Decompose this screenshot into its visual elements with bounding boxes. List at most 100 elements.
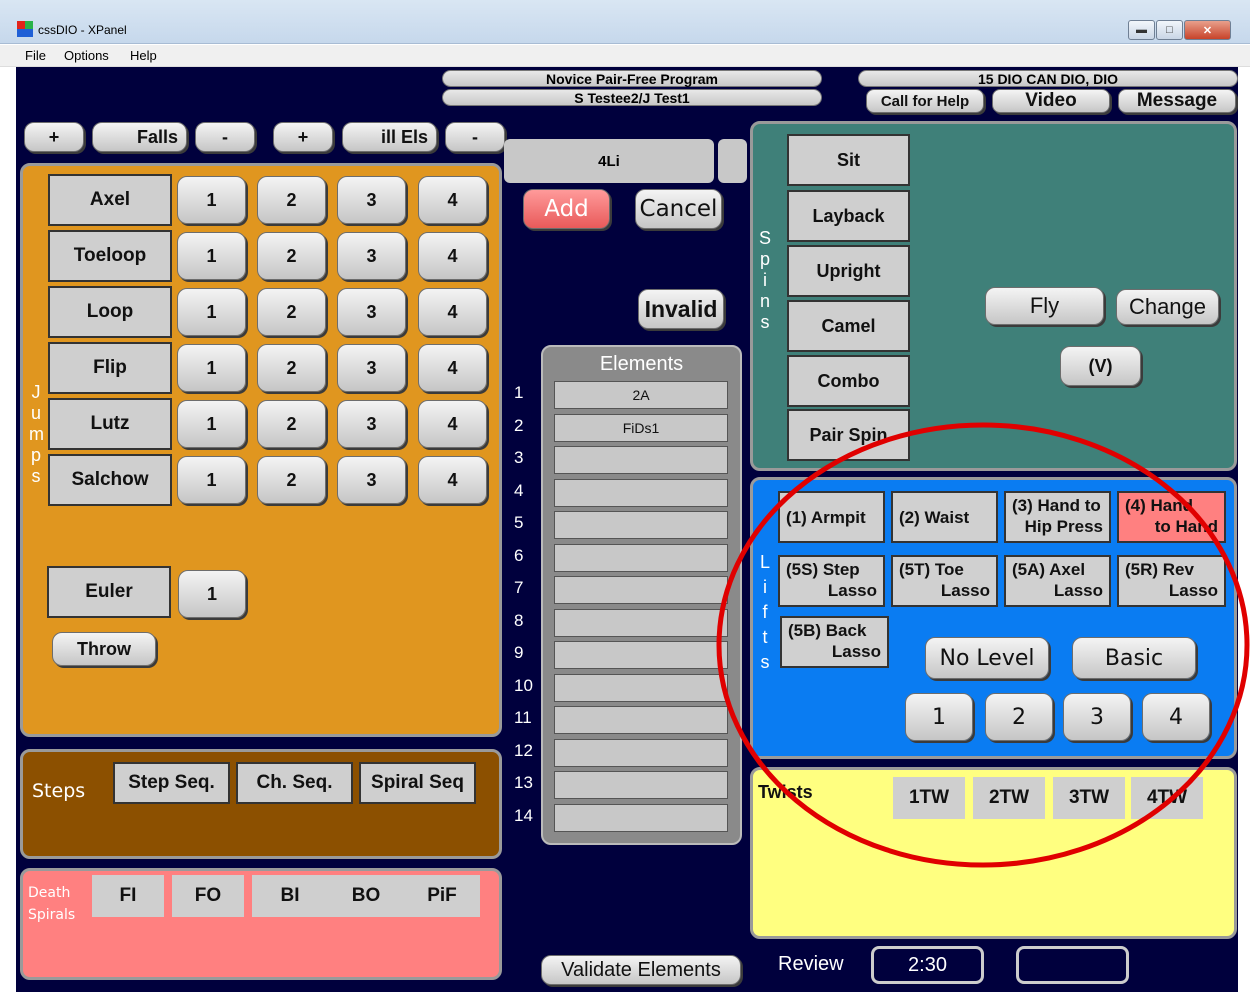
lift-level-4-button[interactable]: 4 xyxy=(1142,693,1210,741)
cancel-button[interactable]: Cancel xyxy=(635,189,722,229)
lift-row1-3-button[interactable]: (4) Hand to Hand xyxy=(1117,491,1226,543)
jump-toeloop-level-3-button[interactable]: 3 xyxy=(337,232,406,280)
jump-lutz-level-2-button[interactable]: 2 xyxy=(257,400,326,448)
jump-lutz-level-3-button[interactable]: 3 xyxy=(337,400,406,448)
ds-fi-button[interactable]: FI xyxy=(92,875,164,917)
jump-salchow-level-2-button[interactable]: 2 xyxy=(257,456,326,504)
jump-salchow-level-3-button[interactable]: 3 xyxy=(337,456,406,504)
lift-row2-3-button[interactable]: (5R) Rev Lasso xyxy=(1117,555,1226,607)
invalid-button[interactable]: Invalid xyxy=(638,289,724,329)
jump-axel-level-2-button[interactable]: 2 xyxy=(257,176,326,224)
ds-pif-button[interactable]: PiF xyxy=(404,875,480,917)
lift-row1-2-button[interactable]: (3) Hand to Hip Press xyxy=(1004,491,1111,543)
spin-layback-button[interactable]: Layback xyxy=(787,190,910,242)
jump-axel-level-4-button[interactable]: 4 xyxy=(418,176,487,224)
lift-row2-2-button[interactable]: (5A) Axel Lasso xyxy=(1004,555,1111,607)
jump-flip-level-3-button[interactable]: 3 xyxy=(337,344,406,392)
jump-flip-level-4-button[interactable]: 4 xyxy=(418,344,487,392)
jump-flip-button[interactable]: Flip xyxy=(48,342,172,394)
jump-axel-level-1-button[interactable]: 1 xyxy=(177,176,246,224)
step-seq-button[interactable]: Step Seq. xyxy=(113,762,230,804)
change-button[interactable]: Change xyxy=(1116,289,1219,325)
element-slot[interactable] xyxy=(554,576,728,604)
jump-loop-level-3-button[interactable]: 3 xyxy=(337,288,406,336)
element-slot[interactable] xyxy=(554,706,728,734)
add-button[interactable]: Add xyxy=(523,189,610,229)
spin-sit-button[interactable]: Sit xyxy=(787,134,910,186)
lift-row1-0-button[interactable]: (1) Armpit xyxy=(778,491,885,543)
jump-lutz-level-1-button[interactable]: 1 xyxy=(177,400,246,448)
spin-camel-button[interactable]: Camel xyxy=(787,300,910,352)
video-button[interactable]: Video xyxy=(992,89,1110,113)
jump-loop-level-2-button[interactable]: 2 xyxy=(257,288,326,336)
euler-button[interactable]: Euler xyxy=(47,566,171,618)
jump-toeloop-level-4-button[interactable]: 4 xyxy=(418,232,487,280)
jump-axel-level-3-button[interactable]: 3 xyxy=(337,176,406,224)
jump-toeloop-level-1-button[interactable]: 1 xyxy=(177,232,246,280)
element-slot[interactable] xyxy=(554,738,728,767)
jump-loop-level-1-button[interactable]: 1 xyxy=(177,288,246,336)
validate-elements-button[interactable]: Validate Elements xyxy=(541,955,741,985)
lift-row1-1-button[interactable]: (2) Waist xyxy=(891,491,998,543)
ill-els-minus-button[interactable]: - xyxy=(445,122,505,152)
ill-els-plus-button[interactable]: + xyxy=(273,122,333,152)
jump-lutz-level-4-button[interactable]: 4 xyxy=(418,400,487,448)
spin-upright-button[interactable]: Upright xyxy=(787,245,910,297)
jump-axel-button[interactable]: Axel xyxy=(48,174,172,226)
ds-bo-button[interactable]: BO xyxy=(328,875,404,917)
element-slot[interactable] xyxy=(554,803,728,832)
no-level-button[interactable]: No Level xyxy=(925,637,1049,679)
twist-4tw-button[interactable]: 4TW xyxy=(1131,777,1203,819)
element-slot[interactable] xyxy=(554,543,728,572)
minimize-icon[interactable]: ▬ xyxy=(1128,20,1155,40)
menu-help[interactable]: Help xyxy=(130,48,157,63)
jump-loop-level-4-button[interactable]: 4 xyxy=(418,288,487,336)
spin-pair-spin-button[interactable]: Pair Spin xyxy=(787,409,910,461)
ds-fo-button[interactable]: FO xyxy=(172,875,244,917)
lift-5b-back-lasso-button[interactable]: (5B) Back Lasso xyxy=(780,616,889,668)
jump-salchow-button[interactable]: Salchow xyxy=(48,454,172,506)
element-slot[interactable] xyxy=(554,478,728,507)
twist-3tw-button[interactable]: 3TW xyxy=(1053,777,1125,819)
close-icon[interactable]: ✕ xyxy=(1184,20,1231,40)
lift-level-3-button[interactable]: 3 xyxy=(1063,693,1131,741)
v-spin-button[interactable]: (V) xyxy=(1060,346,1141,386)
jump-flip-level-2-button[interactable]: 2 xyxy=(257,344,326,392)
element-slot[interactable] xyxy=(554,673,728,702)
jump-loop-button[interactable]: Loop xyxy=(48,286,172,338)
element-slot[interactable] xyxy=(554,641,728,669)
jump-toeloop-level-2-button[interactable]: 2 xyxy=(257,232,326,280)
basic-button[interactable]: Basic xyxy=(1072,637,1196,679)
lift-level-2-button[interactable]: 2 xyxy=(985,693,1053,741)
call-for-help-button[interactable]: Call for Help xyxy=(866,89,984,113)
ch-seq-button[interactable]: Ch. Seq. xyxy=(236,762,353,804)
message-button[interactable]: Message xyxy=(1118,89,1236,113)
element-slot[interactable] xyxy=(554,511,728,539)
menu-file[interactable]: File xyxy=(25,48,46,63)
lift-level-1-button[interactable]: 1 xyxy=(905,693,973,741)
element-slot[interactable] xyxy=(554,446,728,474)
falls-minus-button[interactable]: - xyxy=(195,122,255,152)
twist-1tw-button[interactable]: 1TW xyxy=(893,777,965,819)
element-slot[interactable] xyxy=(554,771,728,799)
lift-row2-1-button[interactable]: (5T) Toe Lasso xyxy=(891,555,998,607)
element-slot[interactable]: FiDs1 xyxy=(554,413,728,442)
jump-salchow-level-4-button[interactable]: 4 xyxy=(418,456,487,504)
maximize-icon[interactable]: □ xyxy=(1156,20,1183,40)
jump-flip-level-1-button[interactable]: 1 xyxy=(177,344,246,392)
element-slot[interactable]: 2A xyxy=(554,381,728,409)
throw-button[interactable]: Throw xyxy=(52,632,156,666)
spin-combo-button[interactable]: Combo xyxy=(787,355,910,407)
euler-level-1-button[interactable]: 1 xyxy=(178,570,246,618)
spiral-seq-button[interactable]: Spiral Seq xyxy=(359,762,476,804)
menu-options[interactable]: Options xyxy=(64,48,109,63)
jump-lutz-button[interactable]: Lutz xyxy=(48,398,172,450)
falls-plus-button[interactable]: + xyxy=(24,122,84,152)
lift-row2-0-button[interactable]: (5S) Step Lasso xyxy=(778,555,885,607)
fly-button[interactable]: Fly xyxy=(985,287,1104,325)
ds-bi-button[interactable]: BI xyxy=(252,875,328,917)
jump-toeloop-button[interactable]: Toeloop xyxy=(48,230,172,282)
element-slot[interactable] xyxy=(554,608,728,637)
twist-2tw-button[interactable]: 2TW xyxy=(973,777,1045,819)
jump-salchow-level-1-button[interactable]: 1 xyxy=(177,456,246,504)
